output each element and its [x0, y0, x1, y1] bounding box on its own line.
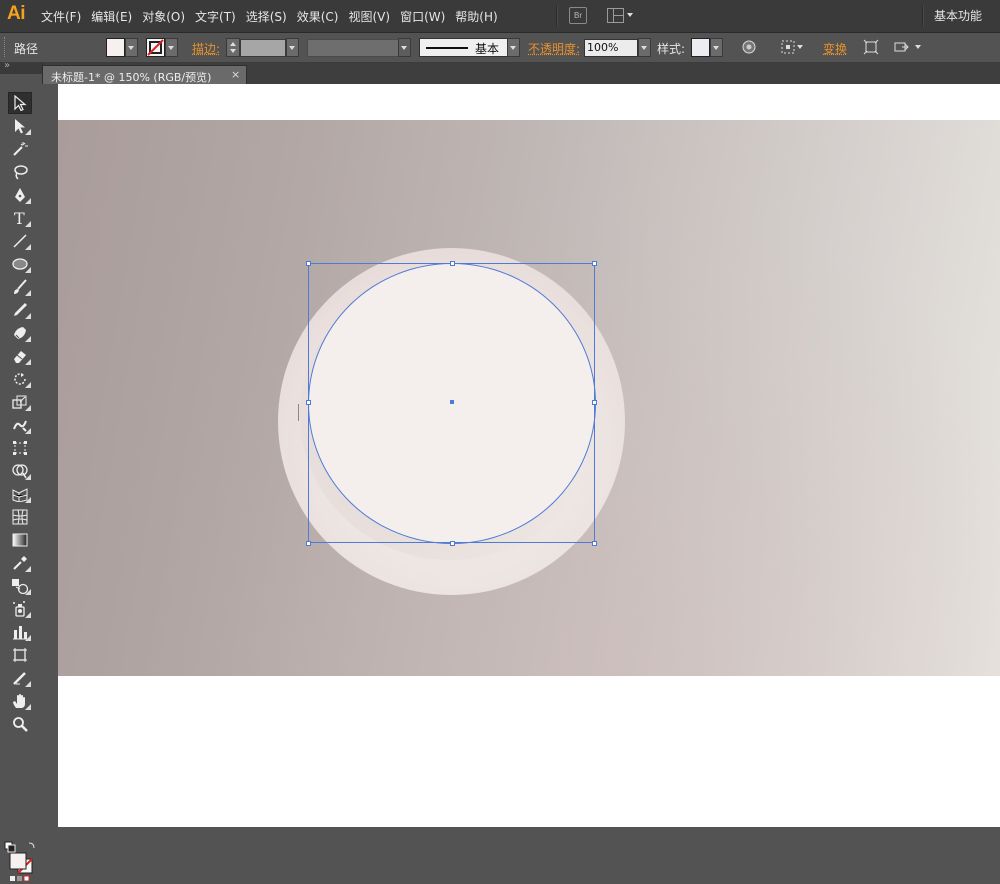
- ellipse-tool-icon[interactable]: [8, 253, 32, 275]
- brush-definition-field[interactable]: 基本: [419, 38, 509, 57]
- close-icon[interactable]: ×: [231, 68, 240, 81]
- gradient-tool-icon[interactable]: [8, 529, 32, 551]
- resize-handle-right[interactable]: [592, 400, 597, 405]
- menu-bar: Ai 文件(F) 编辑(E) 对象(O) 文字(T) 选择(S) 效果(C) 视…: [0, 0, 1000, 33]
- resize-handle-bottom-right[interactable]: [592, 541, 597, 546]
- direct-selection-tool-icon[interactable]: [8, 115, 32, 137]
- rotate-tool-icon[interactable]: [8, 368, 32, 390]
- transform-link[interactable]: 变换: [823, 40, 847, 57]
- chevron-down-icon[interactable]: [915, 45, 921, 49]
- align-to-icon[interactable]: [780, 39, 796, 55]
- shape-builder-tool-icon[interactable]: [8, 460, 32, 482]
- variable-width-profile[interactable]: [307, 39, 399, 57]
- stroke-weight-spinner[interactable]: [226, 38, 240, 57]
- eraser-tool-icon[interactable]: [8, 345, 32, 367]
- zoom-tool-icon[interactable]: [8, 713, 32, 735]
- stroke-dropdown[interactable]: [165, 38, 178, 57]
- resize-handle-bottom[interactable]: [450, 541, 455, 546]
- graphic-style-dropdown[interactable]: [710, 38, 723, 57]
- menu-type[interactable]: 文字(T): [190, 8, 241, 25]
- fill-stroke-control[interactable]: [4, 841, 38, 882]
- warp-tool-icon[interactable]: [8, 414, 32, 436]
- brush-definition-label: 基本: [475, 42, 500, 56]
- chevron-down-icon[interactable]: [627, 13, 633, 17]
- selection-type-label: 路径: [14, 42, 39, 56]
- pen-tool-icon[interactable]: [8, 184, 32, 206]
- chevron-down-icon[interactable]: [797, 45, 803, 49]
- collapse-icon[interactable]: »: [4, 60, 10, 71]
- stroke-swatch[interactable]: [146, 38, 165, 57]
- magic-wand-tool-icon[interactable]: [8, 138, 32, 160]
- resize-handle-bottom-left[interactable]: [306, 541, 311, 546]
- blob-brush-tool-icon[interactable]: [8, 322, 32, 344]
- column-graph-tool-icon[interactable]: [8, 621, 32, 643]
- stroke-line-preview: [426, 47, 468, 49]
- menu-edit[interactable]: 编辑(E): [86, 8, 137, 25]
- tools-panel: » T: [0, 60, 43, 882]
- tools-panel-header[interactable]: »: [0, 60, 42, 74]
- menu-help[interactable]: 帮助(H): [450, 8, 502, 25]
- resize-handle-top[interactable]: [450, 261, 455, 266]
- menu-view[interactable]: 视图(V): [343, 8, 395, 25]
- workspace-switcher[interactable]: 基本功能: [934, 7, 982, 24]
- mesh-tool-icon[interactable]: [8, 506, 32, 528]
- document-tab-label: 未标题-1* @ 150% (RGB/预览): [51, 71, 212, 84]
- fill-dropdown[interactable]: [125, 38, 138, 57]
- free-transform-tool-icon[interactable]: [8, 437, 32, 459]
- opacity-field[interactable]: 100%: [584, 39, 638, 57]
- control-bar: 路径 描边: 基本 不透明度: 100% 样式: 变换: [0, 33, 1000, 63]
- slice-tool-icon[interactable]: [8, 667, 32, 689]
- stroke-weight-field[interactable]: [240, 39, 286, 57]
- menu-effect[interactable]: 效果(C): [292, 8, 344, 25]
- app-logo: Ai: [7, 3, 26, 24]
- center-point: [450, 400, 454, 404]
- panel-grip[interactable]: [4, 37, 7, 57]
- eyedropper-tool-icon[interactable]: [8, 552, 32, 574]
- menu-file[interactable]: 文件(F): [36, 8, 86, 25]
- graphic-style-swatch[interactable]: [691, 38, 710, 57]
- perspective-grid-tool-icon[interactable]: [8, 483, 32, 505]
- symbol-sprayer-tool-icon[interactable]: [8, 598, 32, 620]
- canvas-left-gutter: [42, 84, 58, 827]
- stroke-weight-dropdown[interactable]: [286, 38, 299, 57]
- document-tab-bar: 未标题-1* @ 150% (RGB/预览) ×: [42, 63, 1000, 85]
- brush-dropdown[interactable]: [507, 38, 520, 57]
- lasso-tool-icon[interactable]: [8, 161, 32, 183]
- type-tool-icon[interactable]: T: [8, 207, 32, 229]
- style-label: 样式:: [657, 42, 686, 56]
- pencil-tool-icon[interactable]: [8, 299, 32, 321]
- paintbrush-tool-icon[interactable]: [8, 276, 32, 298]
- menu-select[interactable]: 选择(S): [241, 8, 292, 25]
- isolate-selected-icon[interactable]: [863, 39, 879, 55]
- menu-items: 文件(F) 编辑(E) 对象(O) 文字(T) 选择(S) 效果(C) 视图(V…: [36, 0, 503, 32]
- mouse-cursor: [298, 404, 299, 421]
- document-tab[interactable]: 未标题-1* @ 150% (RGB/预览) ×: [42, 65, 247, 85]
- scale-tool-icon[interactable]: [8, 391, 32, 413]
- recolor-artwork-icon[interactable]: [741, 39, 757, 55]
- resize-handle-left[interactable]: [306, 400, 311, 405]
- opacity-label[interactable]: 不透明度:: [528, 40, 580, 57]
- arrange-documents-icon[interactable]: [607, 8, 624, 23]
- profile-dropdown[interactable]: [398, 38, 411, 57]
- menu-object[interactable]: 对象(O): [137, 8, 190, 25]
- bridge-button[interactable]: Br: [569, 7, 587, 24]
- svg-text:T: T: [14, 210, 25, 226]
- fill-swatch[interactable]: [106, 38, 125, 57]
- selection-tool-icon[interactable]: [8, 92, 32, 114]
- resize-handle-top-left[interactable]: [306, 261, 311, 266]
- stroke-label[interactable]: 描边:: [192, 40, 220, 57]
- opacity-dropdown[interactable]: [638, 38, 651, 57]
- resize-handle-top-right[interactable]: [592, 261, 597, 266]
- artboard-tool-icon[interactable]: [8, 644, 32, 666]
- menu-separator: [556, 6, 558, 26]
- menu-window[interactable]: 窗口(W): [395, 8, 450, 25]
- panel-options-icon[interactable]: [893, 39, 909, 55]
- blend-tool-icon[interactable]: [8, 575, 32, 597]
- hand-tool-icon[interactable]: [8, 690, 32, 712]
- menu-separator: [922, 6, 924, 26]
- line-segment-tool-icon[interactable]: [8, 230, 32, 252]
- no-stroke-icon: [147, 39, 164, 56]
